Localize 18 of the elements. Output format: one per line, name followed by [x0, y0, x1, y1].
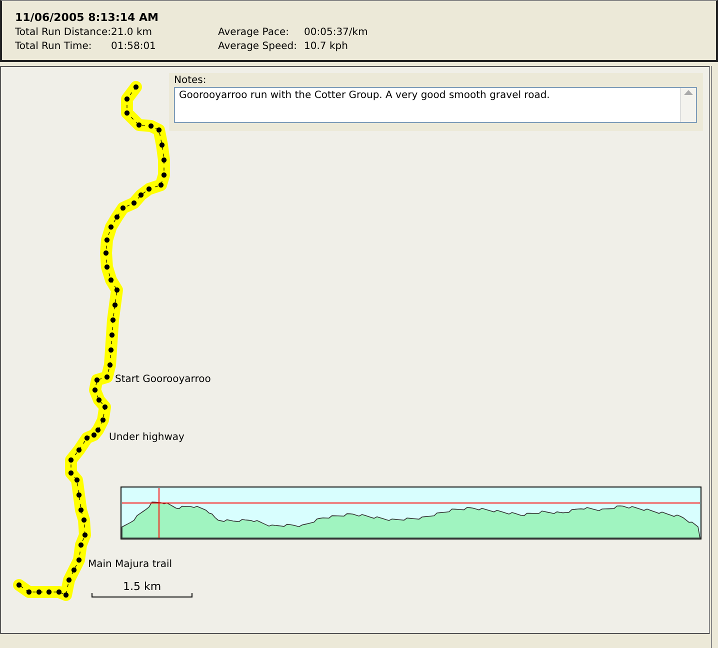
map-label: Under highway — [109, 432, 184, 443]
notes-field[interactable]: Goorooyarroo run with the Cotter Group. A very good smooth gravel road. — [174, 87, 697, 123]
stat-value: 00:05:37/km — [304, 27, 369, 38]
stat-value: 21.0 km — [111, 27, 153, 38]
stat-label: Total Run Distance: — [15, 27, 111, 38]
scrollbar[interactable] — [680, 88, 696, 122]
scroll-up-icon[interactable] — [684, 90, 693, 95]
stat-label: Average Speed: — [218, 41, 298, 52]
map-label: Start Goorooyarroo — [115, 374, 211, 385]
run-title: 11/06/2005 8:13:14 AM — [15, 11, 160, 24]
stat-value: 01:58:01 — [111, 41, 157, 52]
notes-label: Notes: — [174, 75, 208, 86]
scale-bar-icon — [91, 593, 193, 598]
stat-value: 10.7 kph — [304, 41, 349, 52]
stat-label: Total Run Time: — [15, 41, 93, 52]
map-label: Main Majura trail — [88, 559, 172, 570]
stat-label: Average Pace: — [218, 27, 290, 38]
scale-label: 1.5 km — [122, 580, 162, 593]
